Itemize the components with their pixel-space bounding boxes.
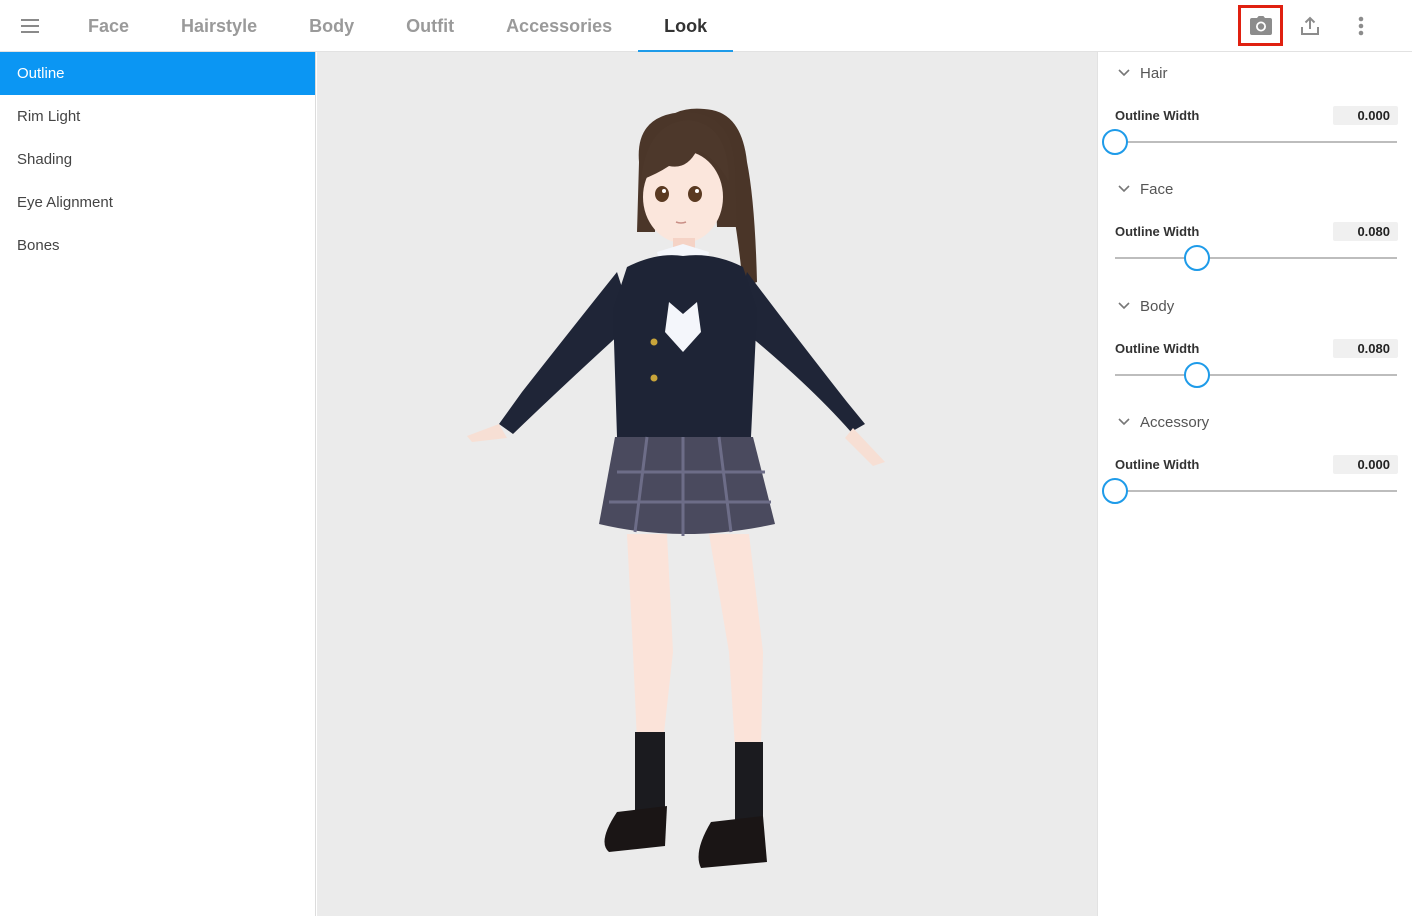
tab-accessories[interactable]: Accessories <box>480 0 638 52</box>
slider-thumb[interactable] <box>1102 129 1128 155</box>
properties-panel: Hair Outline Width 0.000 Face Outline Wi… <box>1097 52 1412 916</box>
sidebar-item-rim-light[interactable]: Rim Light <box>0 95 315 138</box>
outline-width-slider-face[interactable] <box>1115 245 1397 271</box>
sidebar-item-bones[interactable]: Bones <box>0 224 315 267</box>
tab-hairstyle[interactable]: Hairstyle <box>155 0 283 52</box>
look-category-sidebar: Outline Rim Light Shading Eye Alignment … <box>0 52 316 916</box>
slider-label: Outline Width <box>1115 108 1200 123</box>
character-model <box>467 108 885 868</box>
slider-label: Outline Width <box>1115 457 1200 472</box>
section-header-accessory[interactable]: Accessory <box>1118 411 1209 433</box>
outline-width-slider-accessory[interactable] <box>1102 478 1397 504</box>
slider-thumb[interactable] <box>1102 478 1128 504</box>
section-header-body[interactable]: Body <box>1118 295 1174 317</box>
outline-width-slider-body[interactable] <box>1115 362 1397 388</box>
slider-label: Outline Width <box>1115 224 1200 239</box>
slider-label: Outline Width <box>1115 341 1200 356</box>
more-vertical-icon <box>1358 16 1364 36</box>
section-title: Body <box>1140 297 1175 315</box>
slider-value-field[interactable]: 0.080 <box>1333 222 1398 241</box>
sidebar-item-shading[interactable]: Shading <box>0 138 315 181</box>
section-title: Hair <box>1140 64 1168 82</box>
more-options-button[interactable] <box>1341 6 1381 46</box>
chevron-down-icon <box>1118 302 1130 310</box>
camera-icon <box>1249 16 1272 35</box>
chevron-down-icon <box>1118 69 1130 77</box>
slider-value-field[interactable]: 0.000 <box>1333 455 1398 474</box>
tab-look[interactable]: Look <box>638 0 734 53</box>
sidebar-item-eye-alignment[interactable]: Eye Alignment <box>0 181 315 224</box>
tab-outfit[interactable]: Outfit <box>380 0 480 52</box>
camera-button[interactable] <box>1238 5 1283 46</box>
share-upload-icon <box>1301 16 1319 35</box>
chevron-down-icon <box>1118 185 1130 193</box>
slider-value-field[interactable]: 0.080 <box>1333 339 1398 358</box>
tab-body[interactable]: Body <box>283 0 380 52</box>
slider-value-field[interactable]: 0.000 <box>1333 106 1398 125</box>
slider-thumb[interactable] <box>1183 362 1210 388</box>
section-title: Face <box>1140 180 1174 198</box>
outline-width-slider-hair[interactable] <box>1102 129 1397 155</box>
model-viewport[interactable] <box>317 52 1097 916</box>
slider-thumb[interactable] <box>1183 245 1210 271</box>
section-header-face[interactable]: Face <box>1118 178 1173 200</box>
tab-face[interactable]: Face <box>62 0 155 52</box>
chevron-down-icon <box>1118 418 1130 426</box>
tab-bar: Face Hairstyle Body Outfit Accessories L… <box>62 0 734 53</box>
share-button[interactable] <box>1290 6 1330 46</box>
hamburger-menu-icon[interactable] <box>10 6 50 46</box>
top-toolbar: Face Hairstyle Body Outfit Accessories L… <box>0 0 1412 53</box>
section-title: Accessory <box>1140 413 1210 431</box>
section-header-hair[interactable]: Hair <box>1118 62 1168 84</box>
sidebar-item-outline[interactable]: Outline <box>0 52 315 95</box>
